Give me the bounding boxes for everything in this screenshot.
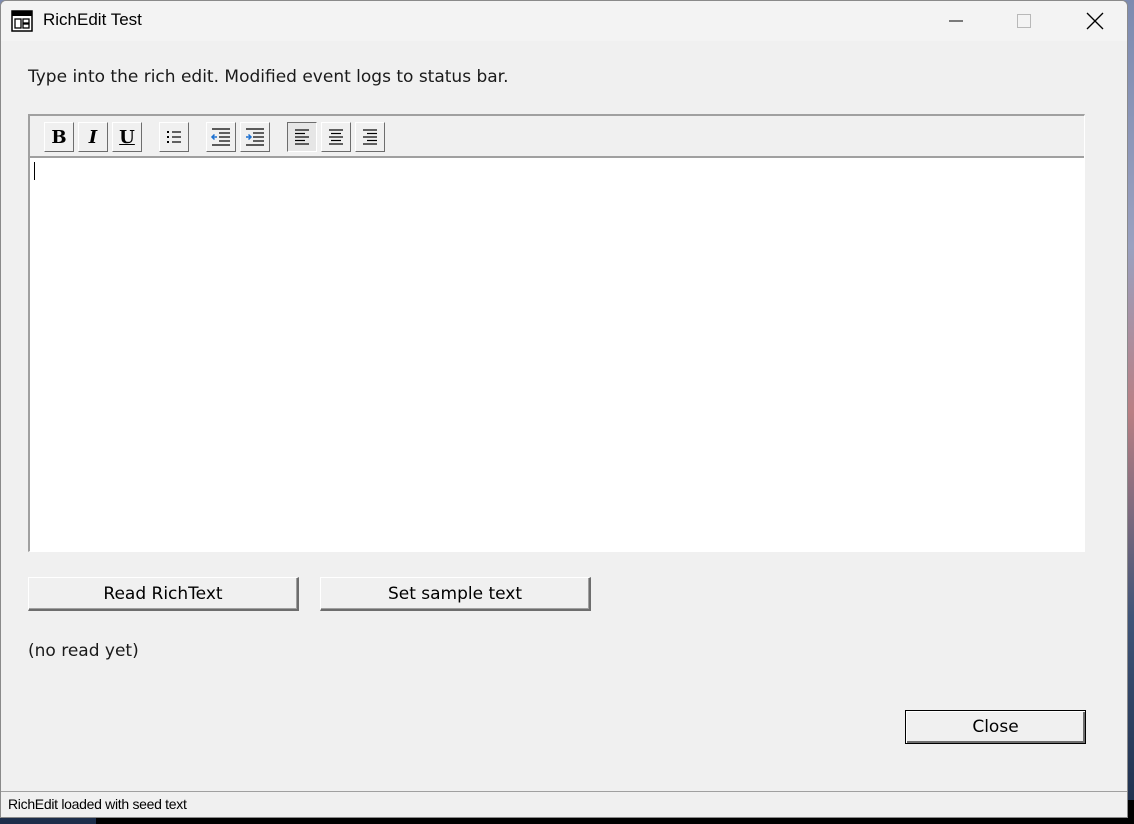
rich-text-editor[interactable] [30, 158, 1084, 551]
set-sample-text-button[interactable]: Set sample text [320, 577, 591, 611]
align-left-button[interactable] [287, 122, 317, 152]
align-center-icon [329, 129, 343, 145]
bold-label: B [51, 126, 67, 148]
status-text: RichEdit loaded with seed text [8, 796, 187, 812]
align-right-button[interactable] [355, 122, 385, 152]
format-toolbar: B I U [30, 116, 1084, 158]
close-window-button[interactable] [1060, 1, 1127, 41]
title-bar[interactable]: RichEdit Test [1, 1, 1127, 41]
bullet-list-icon [167, 131, 181, 143]
status-bar: RichEdit loaded with seed text [1, 791, 1127, 817]
bullet-list-button[interactable] [159, 122, 189, 152]
bold-button[interactable]: B [44, 122, 74, 152]
underline-button[interactable]: U [112, 122, 142, 152]
align-left-icon [295, 129, 309, 145]
italic-button[interactable]: I [78, 122, 108, 152]
minimize-icon [949, 20, 963, 22]
read-result-label: (no read yet) [28, 641, 139, 661]
indent-button[interactable] [240, 122, 270, 152]
richedit-test-window: RichEdit Test Type into the rich edit. M… [0, 0, 1128, 818]
outdent-icon [210, 128, 230, 146]
text-caret [34, 162, 35, 180]
window-title: RichEdit Test [43, 10, 142, 29]
close-button[interactable]: Close [905, 710, 1086, 744]
underline-label: U [119, 126, 135, 148]
close-icon [1086, 12, 1104, 30]
outdent-button[interactable] [206, 122, 236, 152]
align-right-icon [363, 129, 377, 145]
instruction-label: Type into the rich edit. Modified event … [28, 67, 509, 87]
maximize-button[interactable] [989, 1, 1059, 41]
italic-label: I [88, 126, 98, 148]
read-richtext-button[interactable]: Read RichText [28, 577, 299, 611]
minimize-button[interactable] [921, 1, 991, 41]
rich-edit-control: B I U [28, 114, 1085, 552]
indent-icon [246, 128, 264, 146]
align-center-button[interactable] [321, 122, 351, 152]
maximize-icon [1017, 14, 1031, 28]
app-window-icon [11, 10, 33, 32]
